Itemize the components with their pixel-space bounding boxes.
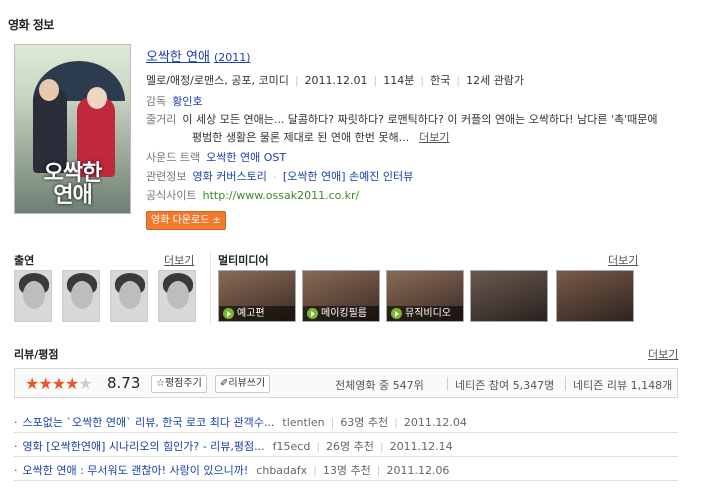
related-link-interview[interactable]: [오싹한 연애] 손예진 인터뷰 xyxy=(283,170,413,183)
review-date: 2011.12.04 xyxy=(403,416,467,429)
related-link-coverstory[interactable]: 영화 커버스토리 xyxy=(192,170,266,183)
multimedia-label: 뮤직비디오 xyxy=(405,308,451,319)
multimedia-still[interactable] xyxy=(556,270,634,322)
stat-rank: 전체영화 중 547위 xyxy=(335,379,424,392)
multimedia-more-link[interactable]: 더보기 xyxy=(608,252,638,268)
rate-button[interactable]: ☆평점주기 xyxy=(151,375,207,393)
play-icon xyxy=(307,308,318,319)
movie-release: 2011.12.01 xyxy=(304,74,368,87)
cast-more-link[interactable]: 더보기 xyxy=(164,252,194,268)
row-divider xyxy=(14,432,678,433)
movie-runtime: 114분 xyxy=(383,74,415,87)
review-title-link[interactable]: 스포없는 `오싹한 연애` 리뷰, 한국 로코 최다 관객수... xyxy=(23,416,275,429)
multimedia-label: 예고편 xyxy=(237,308,265,319)
review-recommend: 63명 추천 xyxy=(340,416,389,429)
multimedia-heading: 멀티미디어 xyxy=(218,254,269,267)
multimedia-still[interactable] xyxy=(470,270,548,322)
soundtrack-row: 사운드 트랙 오싹한 연애 OST xyxy=(146,149,286,165)
review-date: 2011.12.06 xyxy=(386,464,450,477)
section-divider xyxy=(210,250,211,326)
movie-download-button[interactable]: 영화 다운로드 ± xyxy=(146,211,226,230)
row-divider xyxy=(14,456,678,457)
stat-netizen: 네티즌 참여 5,347명 xyxy=(455,379,555,392)
movie-title-link[interactable]: 오싹한 연애 (2011) xyxy=(146,46,251,65)
review-user: chbadafx xyxy=(256,464,308,477)
stat-reviews: 네티즌 리뷰 1,148개 xyxy=(573,379,673,392)
synopsis-text-2: 평범한 생활은 물론 제대로 된 연애 한번 못해... xyxy=(192,131,410,144)
review-item: · 영화 [오싹한연애] 시나리오의 힘인가? - 리뷰,평점... f15ecd |… xyxy=(14,440,453,453)
related-row: 관련정보 영화 커버스토리 - [오싹한 연애] 손예진 인터뷰 xyxy=(146,170,414,183)
synopsis-label: 줄거리 xyxy=(146,113,177,126)
rating-score: 8.73 xyxy=(107,374,141,392)
section-title: 영화 정보 xyxy=(8,18,54,32)
multimedia-making-film[interactable]: 메이킹필름 xyxy=(302,270,380,322)
movie-country: 한국 xyxy=(430,74,451,87)
multimedia-label: 메이킹필름 xyxy=(321,308,367,319)
write-review-button[interactable]: ✐리뷰쓰기 xyxy=(215,375,271,393)
poster-figure-man-head xyxy=(39,79,59,101)
movie-meta-row: 멜로/애정/로맨스, 공포, 코미디 | 2011.12.01 | 114분 | 한국 | 12… xyxy=(146,74,525,87)
review-heading: 리뷰/평점 xyxy=(14,348,59,361)
review-date: 2011.12.14 xyxy=(389,440,453,453)
cast-photo[interactable] xyxy=(110,270,148,322)
site-url-link[interactable]: http://www.ossak2011.co.kr/ xyxy=(203,189,360,202)
review-more-link[interactable]: 더보기 xyxy=(648,346,678,362)
soundtrack-label: 사운드 트랙 xyxy=(146,151,201,164)
director-link[interactable]: 황인호 xyxy=(172,95,202,108)
review-recommend: 26명 추천 xyxy=(326,440,374,453)
review-recommend: 13명 추천 xyxy=(322,464,371,477)
poster-title: 오싹한 연애 xyxy=(43,161,103,208)
cast-photo[interactable] xyxy=(14,270,52,322)
cast-photo[interactable] xyxy=(62,270,100,322)
synopsis-more-link[interactable]: 더보기 xyxy=(419,131,449,144)
multimedia-music-video[interactable]: 뮤직비디오 xyxy=(386,270,464,322)
play-icon xyxy=(391,308,402,319)
cast-heading: 출연 xyxy=(14,254,35,267)
site-row: 공식사이트 http://www.ossak2011.co.kr/ xyxy=(146,187,359,203)
review-title-link[interactable]: 오싹한 연애 : 무서워도 괜찮아! 사랑이 있으니까! xyxy=(23,464,249,477)
row-divider xyxy=(14,480,678,481)
movie-genre: 멜로/애정/로맨스, 공포, 코미디 xyxy=(146,74,289,87)
synopsis-row: 줄거리 이 세상 모든 연애는... 달콤하다? 짜릿하다? 로맨틱하다? 이 커… xyxy=(146,111,657,127)
movie-title: 오싹한 연애 xyxy=(146,50,210,65)
review-item: · 스포없는 `오싹한 연애` 리뷰, 한국 로코 최다 관객수... tlentl… xyxy=(14,416,467,429)
review-title-link[interactable]: 영화 [오싹한연애] 시나리오의 힘인가? - 리뷰,평점... xyxy=(23,440,265,453)
review-user: tlentlen xyxy=(282,416,325,429)
movie-poster[interactable]: 오싹한 연애 xyxy=(14,44,131,214)
poster-figure-woman-head xyxy=(87,87,107,109)
play-icon xyxy=(223,308,234,319)
movie-year: (2011) xyxy=(213,51,251,64)
review-summary-box: ★★★★★ 8.73 ☆평점주기 ✐리뷰쓰기 전체영화 중 547위 네티즌 참… xyxy=(14,368,678,398)
rating-stars: ★★★★★ xyxy=(25,374,93,393)
movie-rating: 12세 관람가 xyxy=(466,74,525,87)
director-row: 감독 황인호 xyxy=(146,93,203,109)
director-label: 감독 xyxy=(146,95,167,108)
cast-photo[interactable] xyxy=(158,270,196,322)
review-user: f15ecd xyxy=(272,440,311,453)
site-label: 공식사이트 xyxy=(146,189,197,202)
multimedia-trailer[interactable]: 예고편 xyxy=(218,270,296,322)
review-item: · 오싹한 연애 : 무서워도 괜찮아! 사랑이 있으니까! chbadafx | 13… xyxy=(14,464,450,477)
related-label: 관련정보 xyxy=(146,170,187,183)
synopsis-row-2: 평범한 생활은 물론 제대로 된 연애 한번 못해... 더보기 xyxy=(192,129,450,145)
synopsis-text-1: 이 세상 모든 연애는... 달콤하다? 짜릿하다? 로맨틱하다? 이 커플의 … xyxy=(182,113,658,126)
soundtrack-link[interactable]: 오싹한 연애 OST xyxy=(206,151,286,164)
